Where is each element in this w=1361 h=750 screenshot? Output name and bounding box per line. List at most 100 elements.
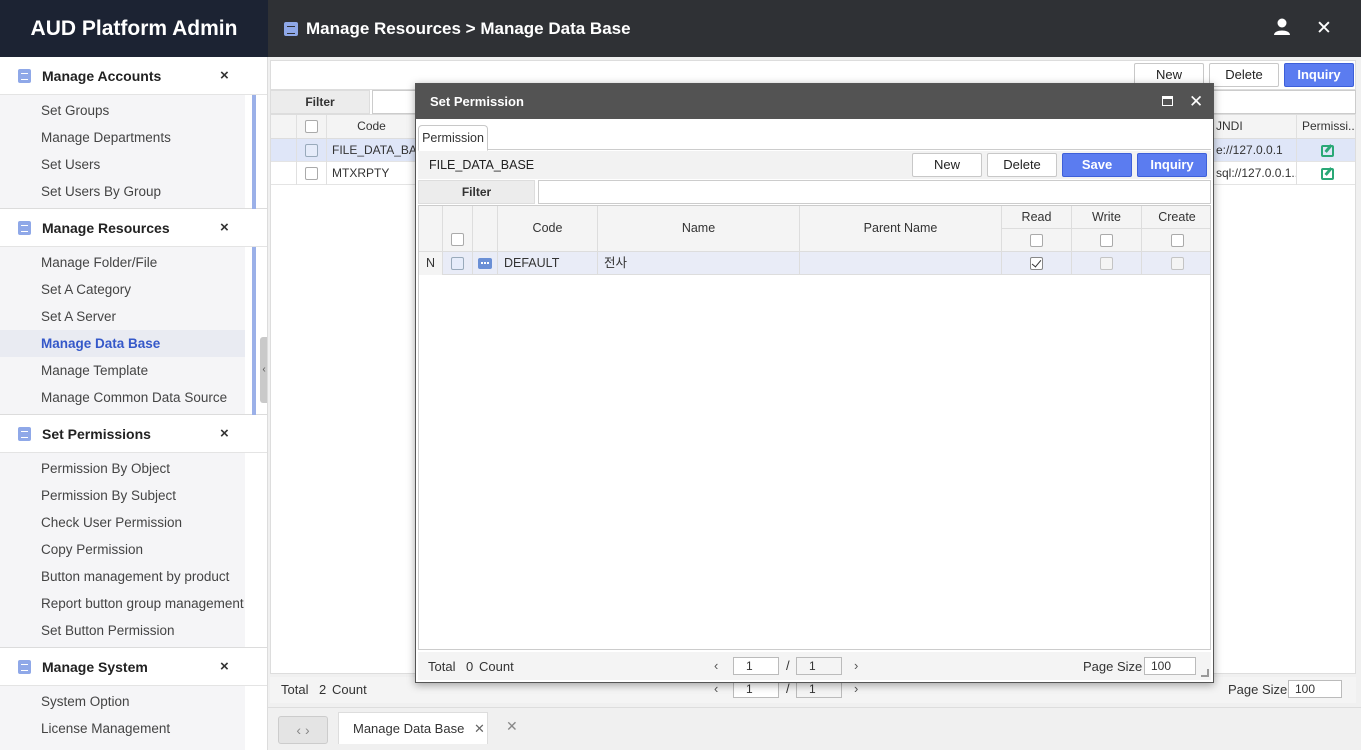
count-label: Count — [479, 659, 514, 674]
tab-manage-data-base[interactable]: Manage Data Base ✕ — [338, 712, 488, 744]
page-size-input[interactable]: 100 — [1144, 657, 1196, 675]
sidebar-item-set-a-server[interactable]: Set A Server — [0, 303, 245, 330]
collapse-group-icon[interactable]: × — [220, 425, 229, 442]
delete-button[interactable]: Delete — [987, 153, 1057, 177]
save-button[interactable]: Save — [1062, 153, 1132, 177]
read-checkbox[interactable] — [1002, 252, 1072, 275]
row-checkbox[interactable] — [297, 162, 327, 185]
tab-permission[interactable]: Permission — [418, 125, 488, 151]
edit-permission-icon[interactable] — [1297, 139, 1355, 162]
row-jndi: sql://127.0.0.1... — [1211, 162, 1297, 185]
sidebar-group-header[interactable]: Set Permissions × — [0, 415, 267, 453]
row-checkbox[interactable] — [297, 139, 327, 162]
collapse-group-icon[interactable]: × — [220, 219, 229, 236]
sidebar-item-manage-folder-file[interactable]: Manage Folder/File — [0, 249, 245, 276]
column-write[interactable]: Write — [1072, 206, 1142, 229]
column-jndi[interactable]: JNDI — [1211, 115, 1297, 138]
close-dialog-icon[interactable]: ✕ — [1189, 84, 1203, 119]
column-parent-name[interactable]: Parent Name — [800, 206, 1002, 252]
next-page-icon[interactable]: › — [854, 658, 858, 673]
column-name[interactable]: Name — [598, 206, 800, 252]
sidebar-item-set-users[interactable]: Set Users — [0, 151, 245, 178]
row-state-header — [419, 206, 443, 252]
filter-label: Filter — [270, 90, 370, 114]
inquiry-button[interactable]: Inquiry — [1284, 63, 1354, 87]
prev-page-icon[interactable]: ‹ — [714, 681, 718, 696]
table-row[interactable]: N DEFAULT 전사 — [419, 252, 1210, 275]
column-permission[interactable]: Permissi... — [1297, 115, 1355, 138]
page-size-input[interactable]: 100 — [1288, 680, 1342, 698]
sidebar-group-header[interactable]: Manage System × — [0, 648, 267, 686]
filter-label: Filter — [418, 180, 535, 204]
edit-permission-icon[interactable] — [1297, 162, 1355, 185]
select-all-checkbox[interactable] — [451, 233, 464, 246]
page-separator: / — [786, 658, 790, 673]
write-all-checkbox[interactable] — [1072, 229, 1142, 252]
tab-scroll-nav[interactable]: ‹ › — [278, 716, 328, 744]
row-code: MTXRPTY — [327, 162, 417, 185]
close-all-tabs-icon[interactable]: ✕ — [506, 718, 518, 735]
dialog-toolbar: FILE_DATA_BASE New Delete Save Inquiry — [418, 151, 1211, 179]
sidebar-item-report-button-group-management[interactable]: Report button group management — [0, 590, 245, 617]
sidebar-group-header[interactable]: Manage Resources × — [0, 209, 267, 247]
sidebar-item-set-a-category[interactable]: Set A Category — [0, 276, 245, 303]
row-parent-name — [800, 252, 1002, 275]
sidebar-item-set-button-permission[interactable]: Set Button Permission — [0, 617, 245, 644]
document-icon — [18, 69, 31, 83]
new-button[interactable]: New — [912, 153, 982, 177]
delete-button[interactable]: Delete — [1209, 63, 1279, 87]
tab-label: Manage Data Base — [353, 721, 465, 736]
comment-icon[interactable] — [473, 252, 498, 275]
read-all-checkbox[interactable] — [1002, 229, 1072, 252]
close-icon[interactable]: ✕ — [1316, 17, 1332, 41]
dialog-title-bar[interactable]: Set Permission ✕ — [416, 84, 1213, 119]
sidebar-item-set-users-by-group[interactable]: Set Users By Group — [0, 178, 245, 205]
sidebar-item-permission-by-object[interactable]: Permission By Object — [0, 455, 245, 482]
column-code[interactable]: Code — [327, 115, 417, 138]
sidebar-item-view-system-logs[interactable]: View System Logs — [0, 742, 245, 750]
row-checkbox[interactable] — [443, 252, 473, 275]
user-icon[interactable] — [1272, 17, 1292, 43]
write-checkbox[interactable] — [1072, 252, 1142, 275]
total-count: 0 — [466, 659, 474, 674]
prev-page-icon[interactable]: ‹ — [714, 658, 718, 673]
sidebar-item-check-user-permission[interactable]: Check User Permission — [0, 509, 245, 536]
document-icon — [18, 221, 31, 235]
filter-input[interactable] — [538, 180, 1211, 204]
sidebar-group-title: Manage Accounts — [42, 68, 162, 84]
dialog-filter-bar: Filter — [418, 180, 1211, 204]
create-all-checkbox[interactable] — [1142, 229, 1210, 252]
sidebar-group-manage-system: Manage System × System Option License Ma… — [0, 648, 267, 750]
sidebar-scrollbar[interactable] — [252, 63, 256, 435]
column-create[interactable]: Create — [1142, 206, 1210, 229]
resize-handle-icon[interactable] — [1201, 669, 1209, 677]
create-checkbox[interactable] — [1142, 252, 1210, 275]
sidebar-item-copy-permission[interactable]: Copy Permission — [0, 536, 245, 563]
sidebar-item-permission-by-subject[interactable]: Permission By Subject — [0, 482, 245, 509]
count-label: Count — [332, 682, 367, 697]
select-all-checkbox[interactable] — [297, 115, 327, 138]
collapse-group-icon[interactable]: × — [220, 658, 229, 675]
sidebar-item-system-option[interactable]: System Option — [0, 688, 245, 715]
column-code[interactable]: Code — [498, 206, 598, 252]
sidebar-item-set-groups[interactable]: Set Groups — [0, 97, 245, 124]
page-input[interactable]: 1 — [733, 657, 779, 675]
sidebar-item-button-management-by-product[interactable]: Button management by product — [0, 563, 245, 590]
sidebar-group-set-permissions: Set Permissions × Permission By Object P… — [0, 415, 267, 648]
maximize-icon[interactable] — [1162, 96, 1173, 106]
column-read[interactable]: Read — [1002, 206, 1072, 229]
sidebar-item-manage-departments[interactable]: Manage Departments — [0, 124, 245, 151]
sidebar-item-license-management[interactable]: License Management — [0, 715, 245, 742]
sidebar-item-manage-data-base[interactable]: Manage Data Base — [0, 330, 245, 357]
sidebar: ‹ Manage Accounts × Set Groups Manage De… — [0, 57, 268, 750]
collapse-sidebar-handle[interactable]: ‹ — [260, 337, 267, 403]
close-tab-icon[interactable]: ✕ — [474, 713, 485, 745]
inquiry-button[interactable]: Inquiry — [1137, 153, 1207, 177]
sidebar-group-header[interactable]: Manage Accounts × — [0, 57, 267, 95]
page-separator: / — [786, 681, 790, 696]
next-page-icon[interactable]: › — [854, 681, 858, 696]
sidebar-item-manage-template[interactable]: Manage Template — [0, 357, 245, 384]
sidebar-item-manage-common-data-source[interactable]: Manage Common Data Source — [0, 384, 245, 411]
dialog-title: Set Permission — [430, 94, 524, 109]
collapse-group-icon[interactable]: × — [220, 67, 229, 84]
